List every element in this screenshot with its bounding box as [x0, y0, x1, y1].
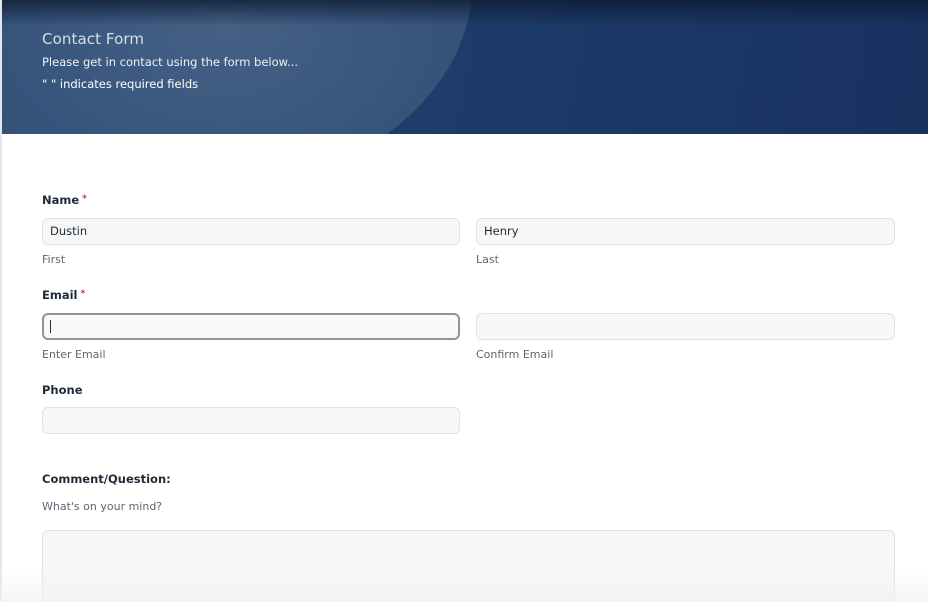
name-label-text: Name: [42, 193, 80, 207]
confirm-email-sublabel: Confirm Email: [476, 348, 554, 361]
phone-input[interactable]: [42, 407, 460, 434]
header-top-shade: [2, 0, 928, 26]
comment-textarea[interactable]: [42, 530, 895, 602]
email-required-mark: *: [80, 289, 86, 299]
name-required-mark: *: [82, 194, 87, 204]
last-name-sublabel: Last: [476, 253, 499, 266]
first-name-sublabel: First: [42, 253, 66, 266]
text-cursor: [50, 320, 51, 333]
first-name-value: Dustin: [50, 224, 88, 238]
comment-description: What's on your mind?: [42, 500, 163, 513]
phone-label-text: Phone: [42, 383, 83, 397]
form-description: Please get in contact using the form bel…: [42, 55, 298, 69]
email-label: Email *: [42, 288, 85, 302]
comment-label-text: Comment/Question:: [42, 472, 171, 486]
phone-label: Phone: [42, 383, 83, 397]
form-title: Contact Form: [42, 30, 145, 48]
comment-label: Comment/Question:: [42, 472, 171, 486]
enter-email-sublabel: Enter Email: [42, 348, 106, 361]
first-name-input[interactable]: Dustin: [42, 218, 460, 245]
last-name-input[interactable]: Henry: [476, 218, 895, 245]
required-fields-note: " " indicates required fields: [42, 77, 199, 91]
form-header-banner: Contact Form Please get in contact using…: [2, 0, 928, 134]
email-input[interactable]: [42, 313, 460, 340]
last-name-value: Henry: [484, 224, 519, 238]
email-label-text: Email: [42, 288, 78, 302]
confirm-email-input[interactable]: [476, 313, 895, 340]
name-label: Name *: [42, 193, 87, 207]
contact-form-page: Contact Form Please get in contact using…: [0, 0, 928, 602]
